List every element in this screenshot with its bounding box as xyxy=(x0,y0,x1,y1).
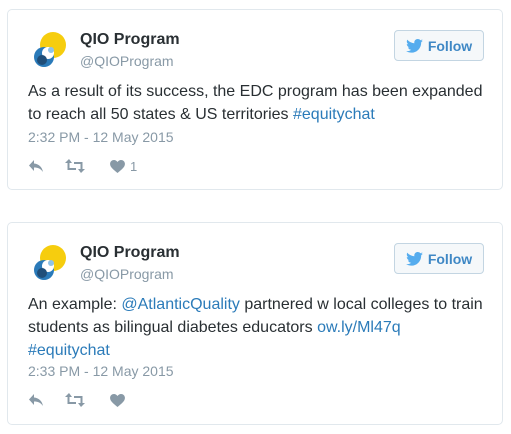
tweet-text: An example: @AtlanticQuality partnered w… xyxy=(28,293,486,362)
qio-logo-avatar[interactable] xyxy=(30,31,68,69)
like-count: 1 xyxy=(130,158,138,174)
reply-icon xyxy=(29,160,43,172)
author-handle[interactable]: @QIOProgram xyxy=(80,266,174,282)
retweet-icon xyxy=(65,159,85,173)
tweet-card: QIO Program @QIOProgram Follow As a resu… xyxy=(7,9,503,190)
twitter-bird-icon xyxy=(405,251,423,266)
author-name[interactable]: QIO Program xyxy=(80,244,180,262)
like-button[interactable] xyxy=(110,390,125,410)
author-handle[interactable]: @QIOProgram xyxy=(80,53,174,69)
heart-icon xyxy=(110,393,125,407)
retweet-icon xyxy=(65,393,85,407)
tweet-timestamp[interactable]: 2:33 PM - 12 May 2015 xyxy=(28,363,174,379)
mention-link[interactable]: @AtlanticQuality xyxy=(121,296,240,313)
qio-logo-avatar[interactable] xyxy=(30,244,68,282)
retweet-button[interactable] xyxy=(65,390,85,410)
tweet-card: QIO Program @QIOProgram Follow An exampl… xyxy=(7,222,503,425)
tweet-text-body: As a result of its success, the EDC prog… xyxy=(28,83,483,123)
url-link[interactable]: ow.ly/Ml47q xyxy=(317,319,401,336)
twitter-bird-icon xyxy=(405,38,423,53)
follow-button[interactable]: Follow xyxy=(394,30,484,61)
like-button[interactable]: 1 xyxy=(110,156,137,176)
follow-button[interactable]: Follow xyxy=(394,243,484,274)
reply-button[interactable] xyxy=(28,390,44,410)
follow-label: Follow xyxy=(427,250,473,267)
hashtag-link[interactable]: #equitychat xyxy=(293,106,375,123)
author-name[interactable]: QIO Program xyxy=(80,31,180,49)
retweet-button[interactable] xyxy=(65,156,85,176)
heart-icon xyxy=(110,159,125,173)
tweet-text: As a result of its success, the EDC prog… xyxy=(28,80,486,126)
reply-button[interactable] xyxy=(28,156,44,176)
hashtag-link[interactable]: #equitychat xyxy=(28,342,110,359)
tweet-text-prefix: An example: xyxy=(28,296,122,313)
follow-label: Follow xyxy=(427,37,473,54)
tweet-timestamp[interactable]: 2:32 PM - 12 May 2015 xyxy=(28,129,174,145)
reply-icon xyxy=(29,394,43,406)
